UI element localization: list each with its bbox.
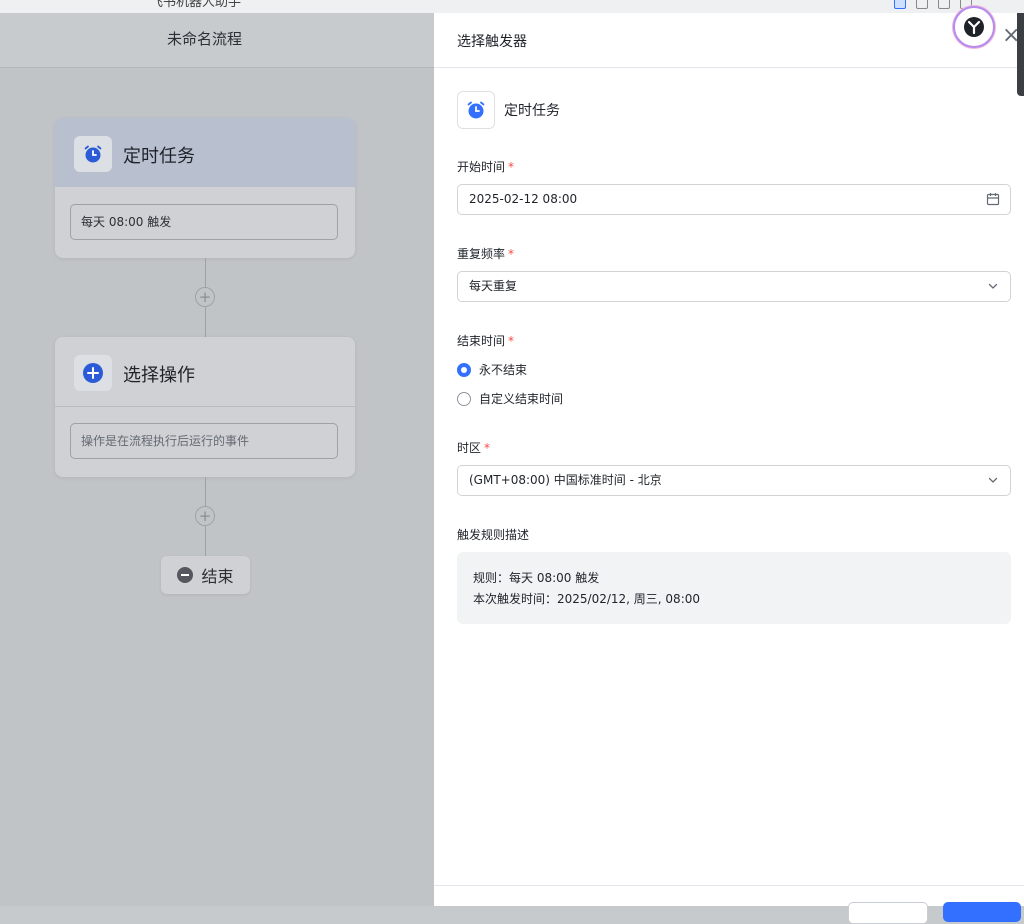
connector-line [205, 526, 206, 556]
cancel-button[interactable] [848, 902, 928, 924]
start-time-input[interactable]: 2025-02-12 08:00 [457, 184, 1011, 215]
action-placeholder[interactable]: 操作是在流程执行后运行的事件 [70, 423, 338, 459]
plus-icon[interactable]: + [195, 287, 215, 307]
alarm-clock-icon [74, 136, 112, 172]
radio-never-end[interactable]: 永不结束 [457, 361, 527, 378]
frequency-value: 每天重复 [469, 279, 518, 293]
window-icon[interactable] [916, 0, 928, 9]
chevron-down-icon [988, 283, 998, 289]
radio-custom-end[interactable]: 自定义结束时间 [457, 390, 563, 407]
panel-title: 选择触发器 [457, 34, 527, 50]
panel-footer [434, 885, 1024, 924]
end-node[interactable]: 结束 [161, 556, 250, 594]
trigger-summary[interactable]: 每天 08:00 触发 [70, 204, 338, 240]
action-card-header[interactable]: 选择操作 [55, 337, 355, 407]
timezone-label: 时区 * [457, 441, 491, 455]
next-trigger-text: 本次触发时间：2025/02/12, 周三, 08:00 [473, 592, 701, 606]
rule-description-box: 规则：每天 08:00 触发 本次触发时间：2025/02/12, 周三, 08… [457, 552, 1011, 624]
radio-label: 自定义结束时间 [479, 392, 564, 406]
app-title: 飞书机器人助手 [150, 0, 242, 10]
app-icon[interactable] [894, 0, 906, 9]
minus-circle-icon [177, 567, 194, 583]
timezone-value: (GMT+08:00) 中国标准时间 - 北京 [469, 473, 662, 487]
end-time-label: 结束时间 * [457, 334, 515, 348]
trigger-panel: 选择触发器 × 定时任务 开始时间 * 2025-02-12 08:00 重复频率… [434, 6, 1024, 924]
assistant-logo-icon[interactable] [953, 6, 995, 48]
end-node-label: 结束 [201, 567, 234, 586]
browser-top-strip: 飞书机器人助手 [0, 0, 1024, 13]
add-circle-icon [74, 355, 112, 391]
connector-line [205, 307, 206, 337]
flow-title[interactable]: 未命名流程 [0, 28, 409, 49]
plus-icon[interactable]: + [195, 506, 215, 526]
radio-checked[interactable] [457, 362, 471, 377]
trigger-type-label: 定时任务 [504, 103, 560, 119]
window-icon[interactable] [938, 0, 950, 9]
trigger-card-title: 定时任务 [123, 146, 195, 167]
flow-canvas: 未命名流程 定时任务 每天 08:00 触发 + 选择操作 操作是在流程执行后运… [0, 13, 434, 906]
panel-header: 选择触发器 × [434, 6, 1024, 68]
toolbar-icons [894, 0, 972, 9]
start-time-value: 2025-02-12 08:00 [469, 192, 578, 206]
timezone-select[interactable]: (GMT+08:00) 中国标准时间 - 北京 [457, 465, 1011, 496]
rule-text: 规则：每天 08:00 触发 [473, 571, 600, 585]
frequency-label: 重复频率 * [457, 247, 515, 261]
side-tab [1017, 13, 1024, 96]
calendar-icon [986, 193, 1000, 206]
start-time-label: 开始时间 * [457, 160, 515, 174]
trigger-card-header[interactable]: 定时任务 [55, 118, 355, 187]
radio-label: 永不结束 [479, 363, 528, 377]
canvas-header: 未命名流程 [0, 13, 434, 68]
alarm-clock-icon [457, 91, 495, 129]
action-card[interactable]: 选择操作 操作是在流程执行后运行的事件 [55, 337, 355, 477]
confirm-button[interactable] [943, 902, 1021, 922]
trigger-card[interactable]: 定时任务 每天 08:00 触发 [55, 118, 355, 258]
action-card-title: 选择操作 [123, 365, 195, 386]
radio-unchecked[interactable] [457, 391, 471, 406]
connector-line [205, 477, 206, 507]
chevron-down-icon [988, 477, 998, 483]
trigger-type[interactable]: 定时任务 [457, 91, 560, 129]
rule-description-label: 触发规则描述 [457, 528, 530, 542]
frequency-select[interactable]: 每天重复 [457, 271, 1011, 302]
